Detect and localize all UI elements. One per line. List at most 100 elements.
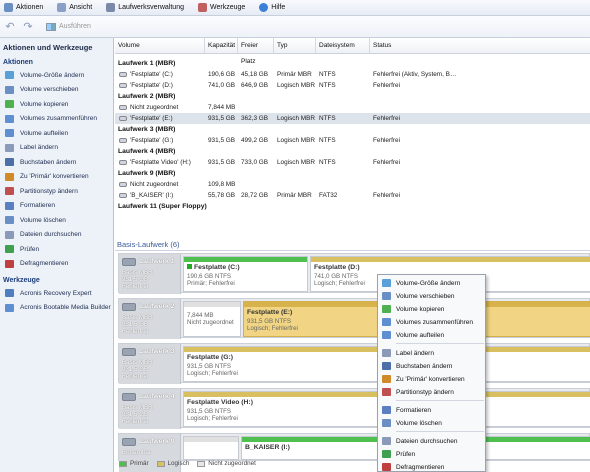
help-icon [259, 3, 269, 12]
table-row[interactable]: 'Festplatte' (C:) 190,6 GB 45,18 GB Primär … [115, 69, 590, 80]
context-menu-item[interactable]: Dateien durchsuchen [378, 435, 487, 447]
col-filesystem[interactable]: Dateisystem [316, 37, 370, 54]
context-menu-item[interactable]: Label ändern [378, 347, 487, 359]
partition-label: Festplatte (E:) [247, 309, 293, 316]
table-header: Volume Kapazität Freier Platz Typ Dateis… [115, 37, 590, 65]
menu-aktionen[interactable]: Aktionen [4, 0, 43, 16]
disk-row[interactable]: Laufwerk 2 Basis MBR 931,5 GB Fehlerfrei 7,8… [118, 298, 590, 339]
drive-icon [119, 82, 127, 88]
context-menu-item[interactable]: Zu 'Primär' konvertieren [378, 373, 487, 385]
disk-detail: Fehlerfrei [122, 373, 149, 380]
sidebar-item-label: Volumes zusammenführen [20, 115, 97, 123]
col-capacity[interactable]: Kapazität [205, 37, 238, 54]
group-label: Laufwerk 2 (MBR) [118, 93, 176, 100]
menu-laufwerksverwaltung[interactable]: Laufwerksverwaltung [106, 0, 184, 16]
sidebar-item[interactable]: Acronis Recovery Expert [0, 286, 113, 301]
sidebar-item[interactable]: Buchstaben ändern [0, 155, 113, 170]
menu-hilfe[interactable]: Hilfe [259, 0, 285, 16]
disk-detail: 931,5 GB [122, 321, 149, 328]
disk-row[interactable]: Laufwerk 1 Basis MBR 931,5 GB Fehlerfrei Fes… [118, 253, 590, 294]
table-row[interactable]: 'B_KAISER' (I:) 55,78 GB 28,72 GB Primär MB… [115, 190, 590, 201]
sidebar-item[interactable]: Volume-Größe ändern [0, 68, 113, 83]
action-icon [5, 129, 14, 138]
context-menu-item[interactable]: Defragmentieren [378, 461, 487, 472]
disk-row[interactable]: Laufwerk 3 Basis MBR 931,5 GB Fehlerfrei Fes… [118, 343, 590, 384]
drive-icon [119, 159, 127, 165]
tools-list: Acronis Recovery Expert Acronis Bootable … [0, 286, 113, 315]
partition-size: 931,5 GB NTFS [187, 363, 232, 370]
disk-name: Laufwerk 3 [139, 348, 175, 355]
cell-text: 733,0 GB [241, 159, 269, 166]
col-volume[interactable]: Volume [115, 37, 205, 54]
menu-werkzeuge[interactable]: Werkzeuge [197, 0, 245, 16]
context-menu-item[interactable]: Volume-Größe ändern [378, 277, 487, 289]
check-icon [187, 264, 192, 269]
disk-icon [122, 258, 136, 266]
col-status[interactable]: Status [370, 38, 590, 54]
sidebar-item[interactable]: Label ändern [0, 141, 113, 156]
sidebar-item[interactable]: Formatieren [0, 199, 113, 214]
menu-separator [396, 343, 484, 344]
sidebar-item[interactable]: Volume löschen [0, 213, 113, 228]
menu-ansicht[interactable]: Ansicht [57, 0, 92, 16]
context-menu-label: Partitionstyp ändern [396, 388, 454, 396]
sidebar-item[interactable]: Volume verschieben [0, 83, 113, 98]
col-type[interactable]: Typ [274, 37, 316, 54]
menu-item-icon [382, 406, 391, 414]
action-icon [5, 100, 14, 109]
table-row[interactable]: 'Festplatte Video' (H:) 931,5 GB 733,0 GB L… [115, 157, 590, 168]
sidebar-item[interactable]: Volume kopieren [0, 97, 113, 112]
disk-detail: 931,5 GB [122, 411, 149, 418]
cell-volume: 'Festplatte' (D:) [115, 82, 205, 89]
context-menu-item[interactable]: Volume löschen [378, 417, 487, 429]
redo-icon[interactable]: ↷ [22, 20, 34, 33]
sidebar-item-label: Volume löschen [20, 216, 66, 224]
partition[interactable] [183, 436, 239, 460]
run-button[interactable]: Ausführen [46, 22, 91, 31]
context-menu-item[interactable]: Volume kopieren [378, 303, 487, 315]
sidebar-item[interactable]: Dateien durchsuchen [0, 228, 113, 243]
col-free[interactable]: Freier Platz [238, 37, 274, 65]
context-menu-item[interactable]: Formatieren [378, 404, 487, 416]
table-row[interactable]: Nicht zugeordnet 7,844 MB [115, 102, 590, 113]
disk-management-icon [106, 3, 116, 12]
sidebar-item[interactable]: Acronis Bootable Media Builder [0, 301, 113, 316]
cell-text: NTFS [319, 82, 336, 89]
cell-text: 362,3 GB [241, 115, 269, 122]
cell-text: Logisch MBR [277, 159, 316, 166]
sidebar-item[interactable]: Volume aufteilen [0, 126, 113, 141]
context-menu-item[interactable]: Buchstaben ändern [378, 360, 487, 372]
table-row[interactable]: 'Festplatte' (D:) 741,0 GB 646,9 GB Logisch… [115, 80, 590, 91]
menu-item-icon [382, 305, 391, 313]
sidebar-item[interactable]: Volumes zusammenführen [0, 112, 113, 127]
context-menu-item[interactable]: Prüfen [378, 448, 487, 460]
disk-detail: Fehlerfrei [122, 328, 149, 335]
sidebar-item[interactable]: Prüfen [0, 242, 113, 257]
disk-detail: Basis MBR [122, 404, 153, 411]
context-menu-label: Buchstaben ändern [396, 362, 453, 370]
cell-text: 'Festplatte Video' (H:) [130, 159, 191, 166]
cell-cap: 741,0 GB [205, 82, 238, 89]
cell-volume: Nicht zugeordnet [115, 181, 205, 188]
context-menu-item[interactable]: Volumes zusammenführen [378, 316, 487, 328]
partition-status: Logisch; Fehlerfrei [314, 280, 365, 287]
context-menu-item[interactable]: Partitionstyp ändern [378, 386, 487, 398]
drive-icon [119, 71, 127, 77]
context-menu-item[interactable]: Volume verschieben [378, 290, 487, 302]
table-row[interactable]: Nicht zugeordnet 109,8 MB [115, 179, 590, 190]
partition[interactable]: 7,844 MB Nicht zugeordnet [183, 301, 241, 337]
disk-row[interactable]: Laufwerk 4 Basis MBR 931,5 GB Fehlerfrei Fes… [118, 388, 590, 429]
sidebar-item[interactable]: Defragmentieren [0, 257, 113, 272]
context-menu-item[interactable]: Volume aufteilen [378, 329, 487, 341]
partition[interactable]: Festplatte (C:) 190,6 GB NTFS Primär; Fehl… [183, 256, 308, 292]
context-menu-label: Label ändern [396, 349, 434, 357]
table-row[interactable]: 'Festplatte' (G:) 931,5 GB 499,2 GB Logisch… [115, 135, 590, 146]
disk-group-row: Laufwerk 9 (MBR) [115, 168, 590, 179]
sidebar-item[interactable]: Partitionstyp ändern [0, 184, 113, 199]
disk-row[interactable]: Laufwerk 9 Entfernbar B_KAISER (I:) [118, 433, 590, 472]
partition-name: Festplatte (C:) [187, 264, 240, 271]
disk-name: Laufwerk 4 [139, 393, 175, 400]
sidebar-item[interactable]: Zu 'Primär' konvertieren [0, 170, 113, 185]
undo-icon[interactable]: ↶ [4, 20, 16, 33]
table-row[interactable]: 'Festplatte' (E:) 931,5 GB 362,3 GB Logisch… [115, 113, 590, 124]
